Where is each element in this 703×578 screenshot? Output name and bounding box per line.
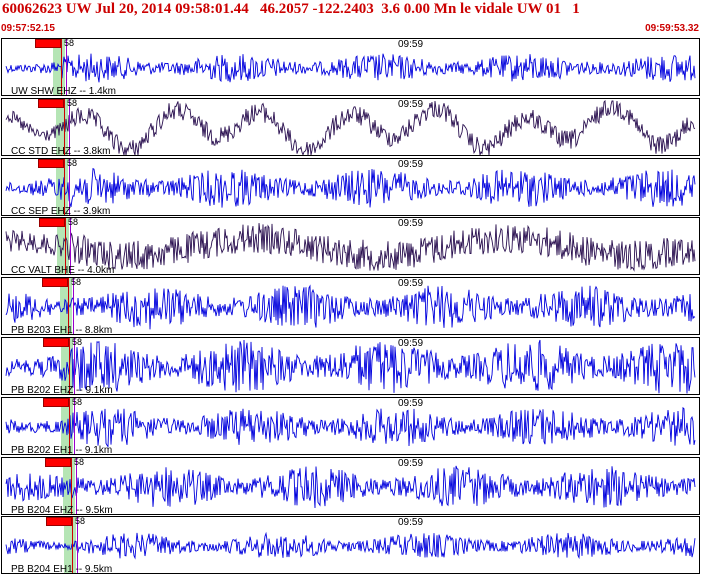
waveform-path (5, 284, 696, 330)
event-title: 60062623 UW Jul 20, 2014 09:58:01.44 46.… (2, 1, 580, 17)
station-label: PB B203 EH1 -- 8.8km (11, 325, 113, 335)
station-label: CC SEP EHZ -- 3.9km (11, 206, 111, 216)
trace-panel[interactable]: 58 09:59 PB B202 EH1 -- 9.1km (1, 397, 700, 455)
pick-marker-box[interactable] (42, 278, 68, 287)
waveform-path (5, 167, 696, 208)
station-label: CC VALT BHE -- 4.0km (11, 265, 115, 275)
seismogram-traces: 58 09:59 UW SHW EHZ -- 1.4km 58 09:59 CC STD … (0, 38, 703, 578)
pick-marker-box[interactable] (35, 39, 61, 48)
window-start-time: 09:57:52.15 (1, 23, 55, 34)
center-time-label: 09:59 (398, 398, 424, 409)
waveform-path (5, 53, 696, 83)
waveform-path (5, 531, 696, 560)
pick-time-label: 58 (71, 277, 82, 287)
station-label: UW SHW EHZ -- 1.4km (11, 86, 116, 96)
center-time-label: 09:59 (398, 218, 424, 229)
station-label: PB B204 EHZ -- 9.5km (11, 505, 113, 515)
center-time-label: 09:59 (398, 39, 424, 50)
center-time-label: 09:59 (398, 159, 424, 170)
pick-marker-box[interactable] (43, 338, 69, 347)
pick-marker-box[interactable] (39, 218, 65, 227)
center-time-label: 09:59 (398, 278, 424, 289)
trace-panel[interactable]: 58 09:59 CC VALT BHE -- 4.0km (1, 217, 700, 275)
pick-marker-box[interactable] (46, 517, 72, 526)
trace-panel[interactable]: 58 09:59 PB B202 EHZ -- 9.1km (1, 337, 700, 395)
pick-marker-box[interactable] (38, 159, 64, 168)
pick-marker-box[interactable] (45, 458, 71, 467)
trace-panel[interactable]: 58 09:59 PB B204 EHZ -- 9.5km (1, 457, 700, 515)
waveform-path (5, 406, 696, 448)
center-time-label: 09:59 (398, 338, 424, 349)
trace-panel[interactable]: 58 09:59 PB B204 EH1 -- 9.5km (1, 516, 700, 574)
header-bar: 60062623 UW Jul 20, 2014 09:58:01.44 46.… (0, 0, 703, 38)
pick-time-label: 58 (75, 516, 86, 526)
waveform-path (5, 465, 696, 509)
center-time-label: 09:59 (398, 458, 424, 469)
center-time-label: 09:59 (398, 99, 424, 110)
pick-marker-box[interactable] (38, 99, 64, 108)
trace-panel[interactable]: 58 09:59 UW SHW EHZ -- 1.4km (1, 38, 700, 96)
pick-time-label: 58 (74, 457, 85, 467)
pick-time-label: 58 (68, 217, 79, 227)
station-label: CC STD EHZ -- 3.8km (11, 146, 111, 156)
pick-time-label: 58 (67, 158, 78, 168)
pick-time-label: 58 (64, 38, 75, 48)
trace-panel[interactable]: 58 09:59 PB B203 EH1 -- 8.8km (1, 277, 700, 335)
pick-marker-box[interactable] (43, 398, 69, 407)
trace-panel[interactable]: 58 09:59 CC SEP EHZ -- 3.9km (1, 158, 700, 216)
pick-time-label: 58 (72, 337, 83, 347)
pick-time-label: 58 (67, 98, 78, 108)
trace-panel[interactable]: 58 09:59 CC STD EHZ -- 3.8km (1, 98, 700, 156)
center-time-label: 09:59 (398, 517, 424, 528)
station-label: PB B202 EH1 -- 9.1km (11, 445, 113, 455)
window-end-time: 09:59:53.32 (645, 23, 699, 34)
pick-time-label: 58 (72, 397, 83, 407)
station-label: PB B202 EHZ -- 9.1km (11, 385, 113, 395)
waveform-path (5, 223, 696, 272)
station-label: PB B204 EH1 -- 9.5km (11, 564, 113, 574)
